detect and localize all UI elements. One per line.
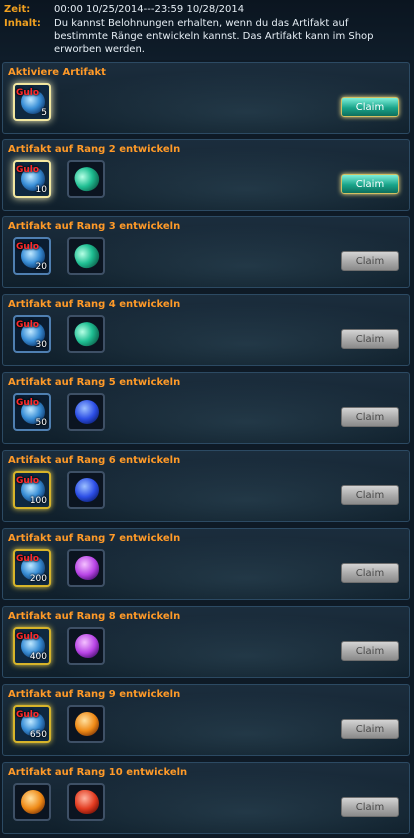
zeit-label: Zeit: [4, 4, 31, 15]
reward-title: Artifakt auf Rang 5 entwickeln [8, 377, 181, 388]
claim-button[interactable]: Claim [341, 719, 399, 739]
inhalt-value: Du kannst Belohnungen erhalten, wenn du … [54, 18, 374, 55]
claim-button[interactable]: Claim [341, 563, 399, 583]
gulo-count: 5 [41, 108, 47, 118]
artifact-item-slot[interactable] [13, 783, 51, 821]
gulo-item-slot[interactable]: Gulo 50 [13, 393, 51, 431]
gulo-count: 30 [35, 340, 47, 350]
claim-button[interactable]: Claim [341, 407, 399, 427]
blue-gem-icon [75, 400, 99, 424]
zeit-row: Zeit: 00:00 10/25/2014---23:59 10/28/2014 [4, 3, 408, 16]
purple-gem-icon [75, 556, 99, 580]
reward-title: Artifakt auf Rang 8 entwickeln [8, 611, 181, 622]
zeit-value: 00:00 10/25/2014---23:59 10/28/2014 [54, 4, 245, 15]
gulo-item-slot[interactable]: Gulo 20 [13, 237, 51, 275]
gulo-label: Gulo [16, 632, 40, 642]
reward-row-rank-4: Artifakt auf Rang 4 entwickeln Gulo 30 C… [2, 294, 410, 366]
gulo-item-slot[interactable]: Gulo 30 [13, 315, 51, 353]
claim-button[interactable]: Claim [341, 641, 399, 661]
reward-row-rank-3: Artifakt auf Rang 3 entwickeln Gulo 20 C… [2, 216, 410, 288]
claim-button[interactable]: Claim [341, 174, 399, 194]
gulo-label: Gulo [16, 710, 40, 720]
orange-gem-icon [21, 790, 45, 814]
bonus-item-slot[interactable] [67, 315, 105, 353]
reward-title: Aktiviere Artifakt [8, 67, 106, 78]
bonus-item-slot[interactable] [67, 549, 105, 587]
reward-row-rank-6: Artifakt auf Rang 6 entwickeln Gulo 100 … [2, 450, 410, 522]
green-gem-icon [71, 163, 103, 195]
gulo-label: Gulo [16, 554, 40, 564]
reward-row-rank-10: Artifakt auf Rang 10 entwickeln Claim [2, 762, 410, 834]
gulo-item-slot[interactable]: Gulo 650 [13, 705, 51, 743]
event-header: Zeit: 00:00 10/25/2014---23:59 10/28/2014… [0, 0, 414, 60]
reward-row-rank-7: Artifakt auf Rang 7 entwickeln Gulo 200 … [2, 528, 410, 600]
gulo-item-slot[interactable]: Gulo 400 [13, 627, 51, 665]
gulo-count: 200 [29, 574, 47, 584]
reward-row-activate: Aktiviere Artifakt Gulo 5 Claim [2, 62, 410, 134]
reward-title: Artifakt auf Rang 10 entwickeln [8, 767, 188, 778]
claim-button[interactable]: Claim [341, 329, 399, 349]
bonus-item-slot[interactable] [67, 627, 105, 665]
bonus-item-slot[interactable] [67, 393, 105, 431]
gulo-label: Gulo [16, 320, 40, 330]
gulo-label: Gulo [16, 398, 40, 408]
orange-gem-icon [75, 712, 99, 736]
bonus-item-slot[interactable] [67, 237, 105, 275]
gulo-count: 50 [35, 418, 47, 428]
gulo-count: 20 [35, 262, 47, 272]
inhalt-label: Inhalt: [4, 18, 41, 29]
gulo-item-slot[interactable]: Gulo 10 [13, 160, 51, 198]
reward-row-rank-5: Artifakt auf Rang 5 entwickeln Gulo 50 C… [2, 372, 410, 444]
inhalt-row: Inhalt: Du kannst Belohnungen erhalten, w… [4, 17, 408, 56]
green-gem-icon [71, 318, 103, 350]
gulo-label: Gulo [16, 476, 40, 486]
red-gem-icon [75, 790, 99, 814]
blue-gem-icon [75, 478, 99, 502]
gulo-label: Gulo [16, 165, 40, 175]
bonus-item-slot[interactable] [67, 783, 105, 821]
bonus-item-slot[interactable] [67, 471, 105, 509]
reward-row-rank-9: Artifakt auf Rang 9 entwickeln Gulo 650 … [2, 684, 410, 756]
claim-button[interactable]: Claim [341, 797, 399, 817]
gulo-label: Gulo [16, 242, 40, 252]
green-gem-icon [71, 240, 103, 272]
reward-title: Artifakt auf Rang 4 entwickeln [8, 299, 181, 310]
gulo-count: 100 [29, 496, 47, 506]
reward-title: Artifakt auf Rang 9 entwickeln [8, 689, 181, 700]
bonus-item-slot[interactable] [67, 160, 105, 198]
reward-row-rank-8: Artifakt auf Rang 8 entwickeln Gulo 400 … [2, 606, 410, 678]
claim-button[interactable]: Claim [341, 97, 399, 117]
reward-title: Artifakt auf Rang 3 entwickeln [8, 221, 181, 232]
gulo-count: 650 [29, 730, 47, 740]
reward-title: Artifakt auf Rang 6 entwickeln [8, 455, 181, 466]
gulo-label: Gulo [16, 88, 40, 98]
reward-title: Artifakt auf Rang 7 entwickeln [8, 533, 181, 544]
gulo-item-slot[interactable]: Gulo 200 [13, 549, 51, 587]
purple-gem-icon [75, 634, 99, 658]
claim-button[interactable]: Claim [341, 485, 399, 505]
gulo-count: 400 [29, 652, 47, 662]
gulo-item-slot[interactable]: Gulo 100 [13, 471, 51, 509]
reward-row-rank-2: Artifakt auf Rang 2 entwickeln Gulo 10 C… [2, 139, 410, 211]
gulo-count: 10 [35, 185, 47, 195]
gulo-item-slot[interactable]: Gulo 5 [13, 83, 51, 121]
claim-button[interactable]: Claim [341, 251, 399, 271]
bonus-item-slot[interactable] [67, 705, 105, 743]
reward-title: Artifakt auf Rang 2 entwickeln [8, 144, 181, 155]
